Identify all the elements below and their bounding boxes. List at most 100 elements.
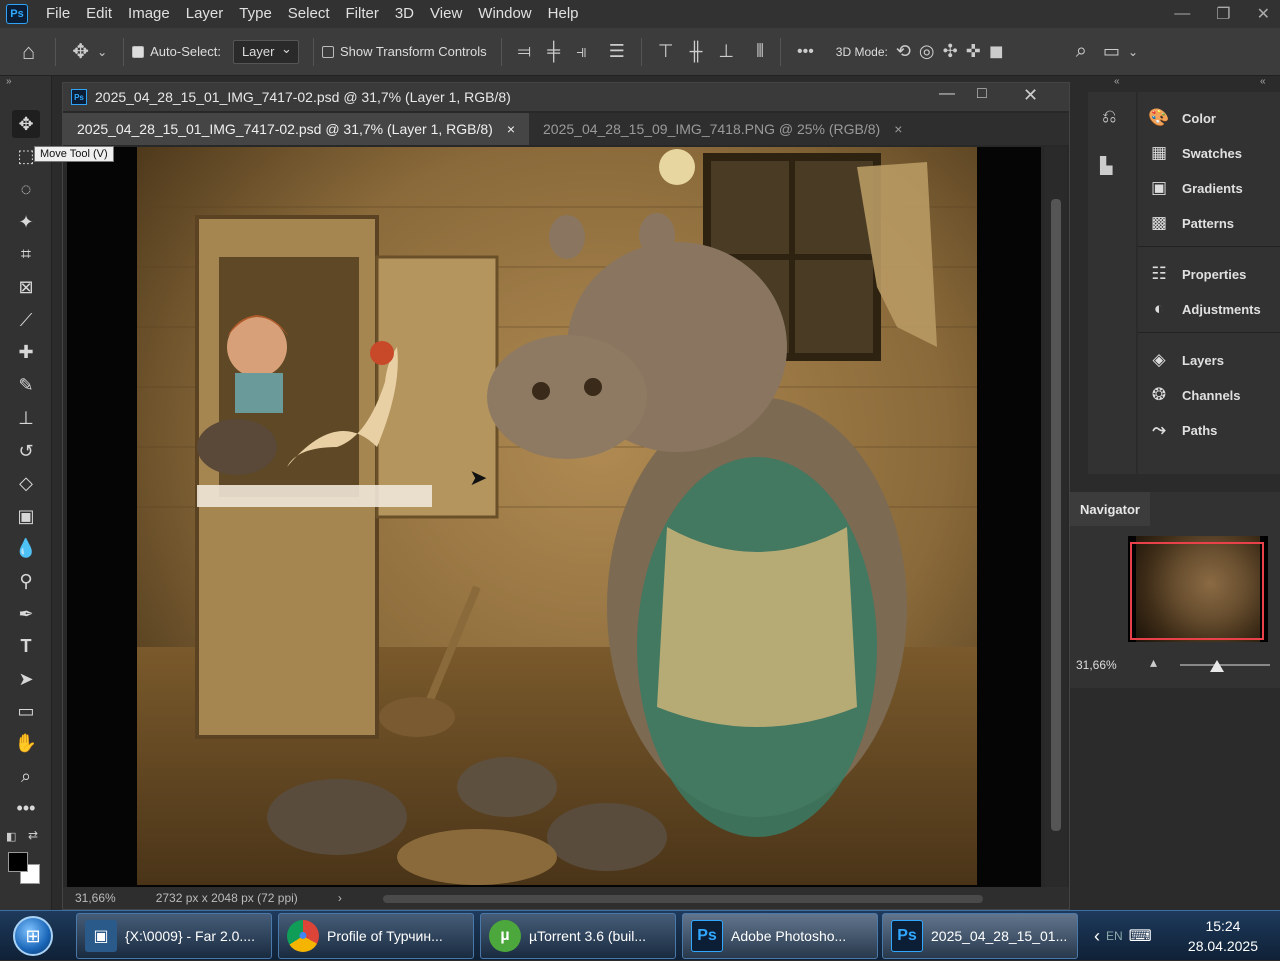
- horizontal-scroll-thumb[interactable]: [383, 895, 983, 903]
- pan-3d-icon[interactable]: ✣: [943, 41, 958, 62]
- canvas-area[interactable]: ➤: [67, 147, 1041, 887]
- stamp-tool-icon[interactable]: ⊥: [12, 404, 40, 432]
- vertical-scrollbar[interactable]: [1045, 147, 1067, 887]
- panel-layers[interactable]: ◈ Layers: [1148, 346, 1223, 374]
- document-titlebar[interactable]: Ps 2025_04_28_15_01_IMG_7417-02.psd @ 31…: [63, 83, 1069, 111]
- language-indicator[interactable]: EN: [1106, 929, 1123, 943]
- align-left-icon[interactable]: ⫤: [518, 41, 532, 62]
- collapse-icon[interactable]: «: [1260, 76, 1266, 87]
- clock[interactable]: 15:24 28.04.2025: [1188, 916, 1258, 956]
- workspace-icon[interactable]: ▭: [1103, 41, 1120, 62]
- taskbar-photoshop[interactable]: Ps Adobe Photosho...: [682, 913, 878, 959]
- distribute-vertical-icon[interactable]: ⦀: [756, 41, 764, 62]
- taskbar-far[interactable]: ▣ {X:\0009} - Far 2.0....: [76, 913, 272, 959]
- menu-view[interactable]: View: [422, 0, 470, 28]
- vertical-scroll-thumb[interactable]: [1051, 199, 1061, 831]
- menu-help[interactable]: Help: [540, 0, 587, 28]
- frame-tool-icon[interactable]: ⊠: [12, 273, 40, 301]
- history-icon[interactable]: ⎌: [1102, 106, 1116, 127]
- dodge-tool-icon[interactable]: ⚲: [12, 567, 40, 595]
- navigator-tab[interactable]: Navigator: [1070, 492, 1150, 526]
- panel-channels[interactable]: ❂ Channels: [1148, 381, 1241, 409]
- history-brush-tool-icon[interactable]: ↺: [12, 437, 40, 465]
- navigator-zoom-slider[interactable]: [1180, 664, 1270, 666]
- zoom-out-icon[interactable]: ▴: [1150, 654, 1157, 671]
- home-icon[interactable]: ⌂: [22, 39, 35, 65]
- taskbar-chrome[interactable]: ● Profile of Турчин...: [278, 913, 474, 959]
- panel-paths[interactable]: ⤳ Paths: [1148, 416, 1217, 444]
- taskbar-ps-document[interactable]: Ps 2025_04_28_15_01...: [882, 913, 1078, 959]
- hand-tool-icon[interactable]: ✋: [12, 729, 40, 757]
- minimize-icon[interactable]: —: [1174, 5, 1190, 23]
- panel-swatches[interactable]: ▦ Swatches: [1148, 139, 1242, 167]
- search-icon[interactable]: ⌕: [1076, 40, 1087, 63]
- doc-minimize-icon[interactable]: —: [939, 85, 955, 103]
- panel-color[interactable]: 🎨 Color: [1148, 104, 1216, 132]
- collapse-icon[interactable]: »: [6, 76, 12, 87]
- brush-tool-icon[interactable]: ✎: [12, 371, 40, 399]
- menu-edit[interactable]: Edit: [78, 0, 120, 28]
- show-hidden-icons-icon[interactable]: ‹: [1094, 926, 1100, 947]
- eyedropper-tool-icon[interactable]: ⟋: [12, 306, 40, 334]
- eraser-tool-icon[interactable]: ◇: [12, 469, 40, 497]
- pen-tool-icon[interactable]: ✒: [12, 600, 40, 628]
- tab-doc-1[interactable]: 2025_04_28_15_01_IMG_7417-02.psd @ 31,7%…: [63, 113, 530, 145]
- menu-type[interactable]: Type: [231, 0, 280, 28]
- panel-gradients[interactable]: ▣ Gradients: [1148, 174, 1243, 202]
- show-transform-checkbox[interactable]: [321, 45, 334, 58]
- auto-select-dropdown[interactable]: Layer: [232, 39, 299, 64]
- panel-properties[interactable]: ☷ Properties: [1148, 260, 1246, 288]
- auto-select-checkbox[interactable]: [132, 45, 145, 58]
- menu-file[interactable]: File: [38, 0, 78, 28]
- navigator-zoom-knob[interactable]: [1210, 660, 1224, 672]
- default-colors-icon[interactable]: ◧: [6, 830, 16, 843]
- distribute-icon[interactable]: ☰: [609, 41, 625, 62]
- taskbar-utorrent[interactable]: µ µTorrent 3.6 (buil...: [480, 913, 676, 959]
- menu-select[interactable]: Select: [280, 0, 338, 28]
- align-top-icon[interactable]: ⊤: [658, 41, 674, 62]
- more-options-icon[interactable]: •••: [797, 43, 814, 61]
- path-selection-tool-icon[interactable]: ➤: [12, 665, 40, 693]
- restore-icon[interactable]: ❐: [1216, 4, 1230, 24]
- close-icon[interactable]: ✕: [1257, 4, 1270, 24]
- status-zoom[interactable]: 31,66%: [75, 891, 116, 905]
- collapse-icon[interactable]: «: [1114, 76, 1120, 87]
- zoom-tool-icon[interactable]: ⌕: [12, 762, 40, 790]
- align-right-icon[interactable]: ⫣: [576, 41, 587, 62]
- rectangle-tool-icon[interactable]: ▭: [12, 697, 40, 725]
- keyboard-icon[interactable]: ⌨: [1129, 926, 1152, 946]
- tab-close-icon[interactable]: ×: [507, 121, 515, 137]
- menu-image[interactable]: Image: [120, 0, 178, 28]
- workspace-chevron-icon[interactable]: ⌄: [1128, 45, 1138, 59]
- tab-close-icon[interactable]: ×: [894, 121, 902, 137]
- align-center-icon[interactable]: ╪: [547, 41, 560, 62]
- panel-patterns[interactable]: ▩ Patterns: [1148, 209, 1234, 237]
- canvas-artwork[interactable]: [137, 147, 977, 885]
- roll-3d-icon[interactable]: ◎: [919, 41, 935, 62]
- orbit-3d-icon[interactable]: ⟲: [896, 41, 911, 62]
- align-middle-icon[interactable]: ╫: [690, 41, 703, 62]
- navigator-zoom[interactable]: 31,66%: [1076, 658, 1117, 672]
- tab-doc-2[interactable]: 2025_04_28_15_09_IMG_7418.PNG @ 25% (RGB…: [529, 113, 916, 145]
- slide-3d-icon[interactable]: ✜: [966, 41, 981, 62]
- gradient-tool-icon[interactable]: ▣: [12, 502, 40, 530]
- menu-3d[interactable]: 3D: [387, 0, 422, 28]
- menu-layer[interactable]: Layer: [178, 0, 232, 28]
- status-arrow-icon[interactable]: ›: [338, 891, 342, 905]
- chevron-down-icon[interactable]: ⌄: [97, 45, 107, 59]
- edit-toolbar-icon[interactable]: •••: [12, 794, 40, 822]
- lasso-tool-icon[interactable]: ◌: [12, 175, 40, 203]
- move-tool-icon[interactable]: ✥: [72, 39, 89, 64]
- foreground-color-swatch[interactable]: [8, 852, 28, 872]
- histogram-icon[interactable]: ▙: [1100, 156, 1112, 176]
- navigator-thumbnail[interactable]: [1128, 536, 1268, 642]
- navigator-view-frame[interactable]: [1130, 542, 1264, 640]
- crop-tool-icon[interactable]: ⌗: [12, 240, 40, 268]
- move-tool-icon[interactable]: ✥: [12, 110, 40, 138]
- type-tool-icon[interactable]: T: [12, 632, 40, 660]
- menu-filter[interactable]: Filter: [338, 0, 387, 28]
- magic-wand-tool-icon[interactable]: ✦: [12, 208, 40, 236]
- blur-tool-icon[interactable]: 💧: [12, 534, 40, 562]
- start-button[interactable]: ⊞: [6, 914, 60, 958]
- menu-window[interactable]: Window: [470, 0, 539, 28]
